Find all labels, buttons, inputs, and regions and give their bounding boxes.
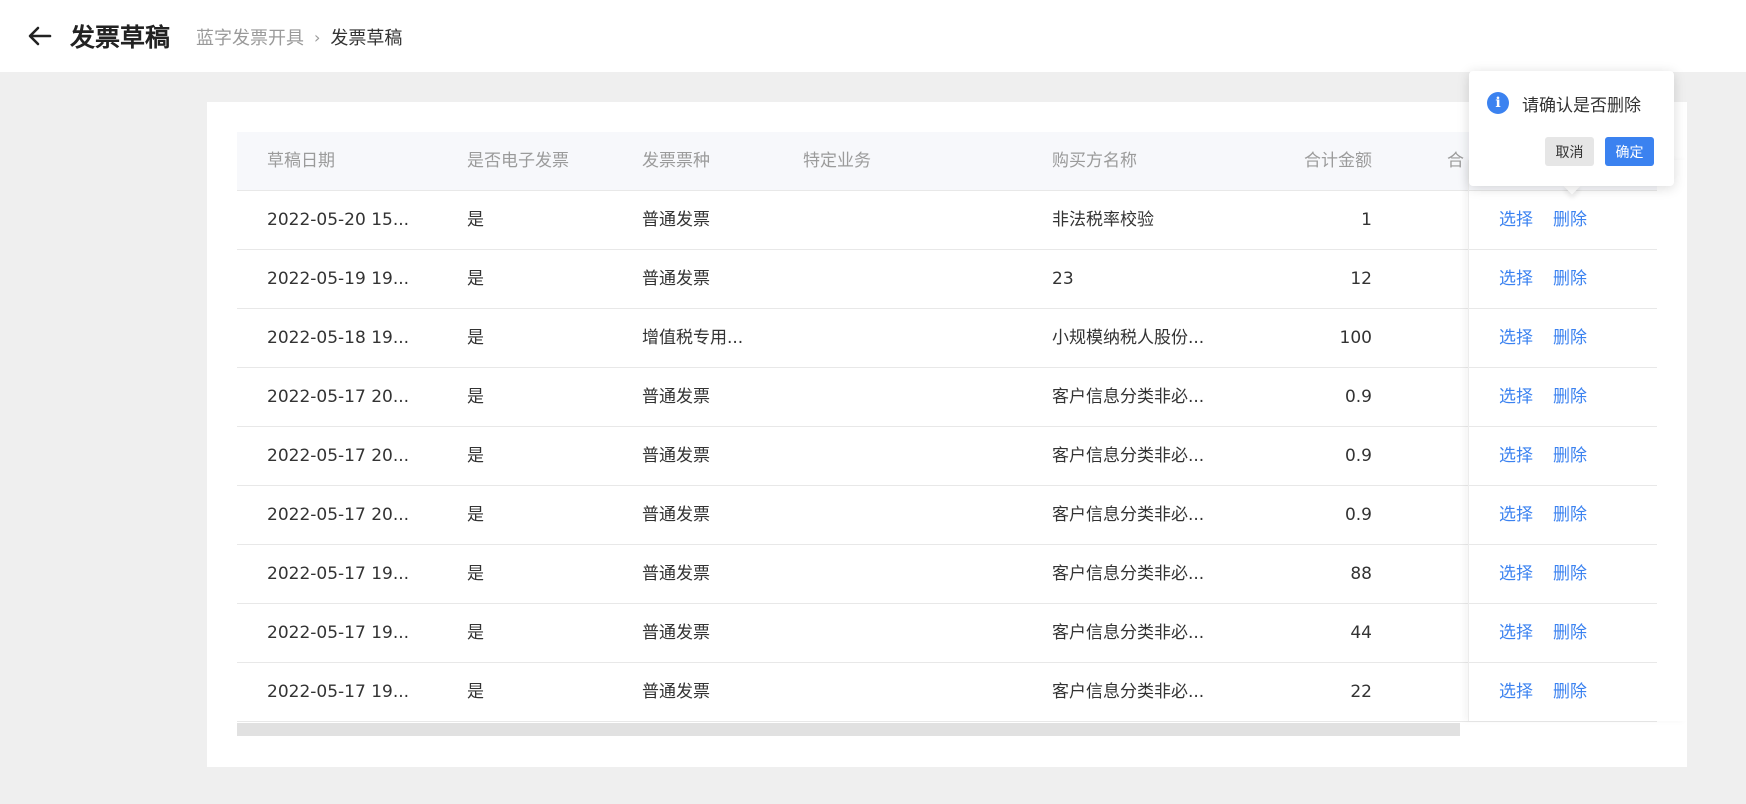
electronic-cell: 是	[467, 446, 484, 466]
back-arrow-icon[interactable]	[26, 22, 54, 50]
total-amount-cell: 100	[1339, 328, 1372, 348]
table-row: 2022-05-17 19... 是 普通发票 客户信息分类非必... 44 选择 删除	[237, 604, 1657, 663]
total-amount-cell: 22	[1350, 682, 1372, 702]
breadcrumb-separator-icon: ›	[314, 27, 321, 47]
draft-date-cell: 2022-05-17 20...	[267, 387, 410, 407]
electronic-cell: 是	[467, 505, 484, 525]
column-header-buyer-name: 购买方名称	[1052, 151, 1137, 171]
page-title: 发票草稿	[70, 23, 171, 52]
invoice-type-cell: 普通发票	[642, 269, 710, 289]
total-amount-cell: 0.9	[1344, 505, 1372, 525]
column-header-invoice-type: 发票票种	[642, 151, 710, 171]
column-header-total-truncated: 合	[1447, 151, 1464, 171]
table-row: 2022-05-17 19... 是 普通发票 客户信息分类非必... 22 选择 删除	[237, 663, 1657, 722]
table-row: 2022-05-19 19... 是 普通发票 23 12 选择 删除	[237, 250, 1657, 309]
horizontal-scrollbar[interactable]	[237, 723, 1460, 736]
select-link[interactable]: 选择	[1499, 250, 1533, 308]
select-link[interactable]: 选择	[1499, 309, 1533, 367]
table-row: 2022-05-17 20... 是 普通发票 客户信息分类非必... 0.9 选择 删除	[237, 427, 1657, 486]
confirm-button[interactable]: 确定	[1605, 137, 1654, 166]
buyer-name-cell: 客户信息分类非必...	[1052, 505, 1205, 525]
total-amount-cell: 88	[1350, 564, 1372, 584]
invoice-type-cell: 普通发票	[642, 210, 710, 230]
delete-link[interactable]: 删除	[1553, 250, 1587, 308]
select-link[interactable]: 选择	[1499, 427, 1533, 485]
electronic-cell: 是	[467, 682, 484, 702]
invoice-type-cell: 普通发票	[642, 446, 710, 466]
table-row: 2022-05-17 20... 是 普通发票 客户信息分类非必... 0.9 选择 删除	[237, 368, 1657, 427]
column-header-electronic: 是否电子发票	[467, 151, 569, 171]
select-link[interactable]: 选择	[1499, 663, 1533, 721]
table-row: 2022-05-18 19... 是 增值税专用... 小规模纳税人股份... 100 选…	[237, 309, 1657, 368]
content-card: 草稿日期 是否电子发票 发票票种 特定业务 购买方名称 合计金额 合 2022-…	[207, 102, 1687, 767]
top-bar: 发票草稿 蓝字发票开具 › 发票草稿	[0, 0, 1746, 72]
delete-confirm-popover: i 请确认是否删除 取消 确定	[1469, 71, 1674, 186]
delete-link[interactable]: 删除	[1553, 486, 1587, 544]
draft-date-cell: 2022-05-17 20...	[267, 505, 410, 525]
table-row: 2022-05-17 19... 是 普通发票 客户信息分类非必... 88 选择 删除	[237, 545, 1657, 604]
table-header: 草稿日期 是否电子发票 发票票种 特定业务 购买方名称 合计金额 合	[237, 132, 1657, 191]
breadcrumb-current: 发票草稿	[330, 28, 403, 49]
draft-date-cell: 2022-05-19 19...	[267, 269, 410, 289]
total-amount-cell: 1	[1361, 210, 1372, 230]
invoice-type-cell: 普通发票	[642, 564, 710, 584]
electronic-cell: 是	[467, 564, 484, 584]
delete-link[interactable]: 删除	[1553, 309, 1587, 367]
invoice-type-cell: 普通发票	[642, 505, 710, 525]
draft-date-cell: 2022-05-17 20...	[267, 446, 410, 466]
table-row: 2022-05-17 20... 是 普通发票 客户信息分类非必... 0.9 选择 删除	[237, 486, 1657, 545]
electronic-cell: 是	[467, 210, 484, 230]
invoice-type-cell: 增值税专用...	[642, 328, 744, 348]
draft-table: 草稿日期 是否电子发票 发票票种 特定业务 购买方名称 合计金额 合 2022-…	[237, 132, 1657, 722]
column-header-draft-date: 草稿日期	[267, 151, 335, 171]
buyer-name-cell: 客户信息分类非必...	[1052, 623, 1205, 643]
info-icon: i	[1487, 92, 1509, 114]
select-link[interactable]: 选择	[1499, 191, 1533, 249]
total-amount-cell: 0.9	[1344, 387, 1372, 407]
buyer-name-cell: 23	[1052, 269, 1074, 289]
select-link[interactable]: 选择	[1499, 545, 1533, 603]
cancel-button[interactable]: 取消	[1545, 137, 1594, 166]
buyer-name-cell: 客户信息分类非必...	[1052, 564, 1205, 584]
electronic-cell: 是	[467, 387, 484, 407]
delete-link[interactable]: 删除	[1553, 663, 1587, 721]
delete-link[interactable]: 删除	[1553, 604, 1587, 662]
draft-date-cell: 2022-05-17 19...	[267, 564, 410, 584]
breadcrumb-link-blue-invoice[interactable]: 蓝字发票开具	[196, 24, 304, 50]
invoice-type-cell: 普通发票	[642, 623, 710, 643]
select-link[interactable]: 选择	[1499, 486, 1533, 544]
popover-message: 请确认是否删除	[1522, 96, 1641, 116]
total-amount-cell: 44	[1350, 623, 1372, 643]
electronic-cell: 是	[467, 269, 484, 289]
draft-date-cell: 2022-05-17 19...	[267, 623, 410, 643]
select-link[interactable]: 选择	[1499, 604, 1533, 662]
table-body: 2022-05-20 15... 是普通发票 非法税率校验 1 选择 删除 2022-05-…	[237, 191, 1657, 722]
buyer-name-cell: 非法税率校验	[1052, 210, 1154, 230]
buyer-name-cell: 客户信息分类非必...	[1052, 387, 1205, 407]
column-header-total-amount: 合计金额	[1304, 151, 1372, 171]
column-header-special-business: 特定业务	[803, 151, 871, 171]
delete-link[interactable]: 删除	[1553, 368, 1587, 426]
select-link[interactable]: 选择	[1499, 368, 1533, 426]
total-amount-cell: 0.9	[1344, 446, 1372, 466]
total-amount-cell: 12	[1350, 269, 1372, 289]
draft-date-cell: 2022-05-20 15...	[267, 210, 410, 230]
delete-link[interactable]: 删除	[1553, 545, 1587, 603]
electronic-cell: 是	[467, 623, 484, 643]
draft-date-cell: 2022-05-17 19...	[267, 682, 410, 702]
table-row: 2022-05-20 15... 是 普通发票 非法税率校验 1 选择 删除	[237, 191, 1657, 250]
delete-link[interactable]: 删除	[1553, 427, 1587, 485]
draft-date-cell: 2022-05-18 19...	[267, 328, 410, 348]
invoice-type-cell: 普通发票	[642, 682, 710, 702]
breadcrumb: 蓝字发票开具 › 发票草稿	[196, 24, 402, 50]
invoice-type-cell: 普通发票	[642, 387, 710, 407]
buyer-name-cell: 小规模纳税人股份...	[1052, 328, 1205, 348]
buyer-name-cell: 客户信息分类非必...	[1052, 682, 1205, 702]
electronic-cell: 是	[467, 328, 484, 348]
delete-link[interactable]: 删除	[1553, 191, 1587, 249]
buyer-name-cell: 客户信息分类非必...	[1052, 446, 1205, 466]
